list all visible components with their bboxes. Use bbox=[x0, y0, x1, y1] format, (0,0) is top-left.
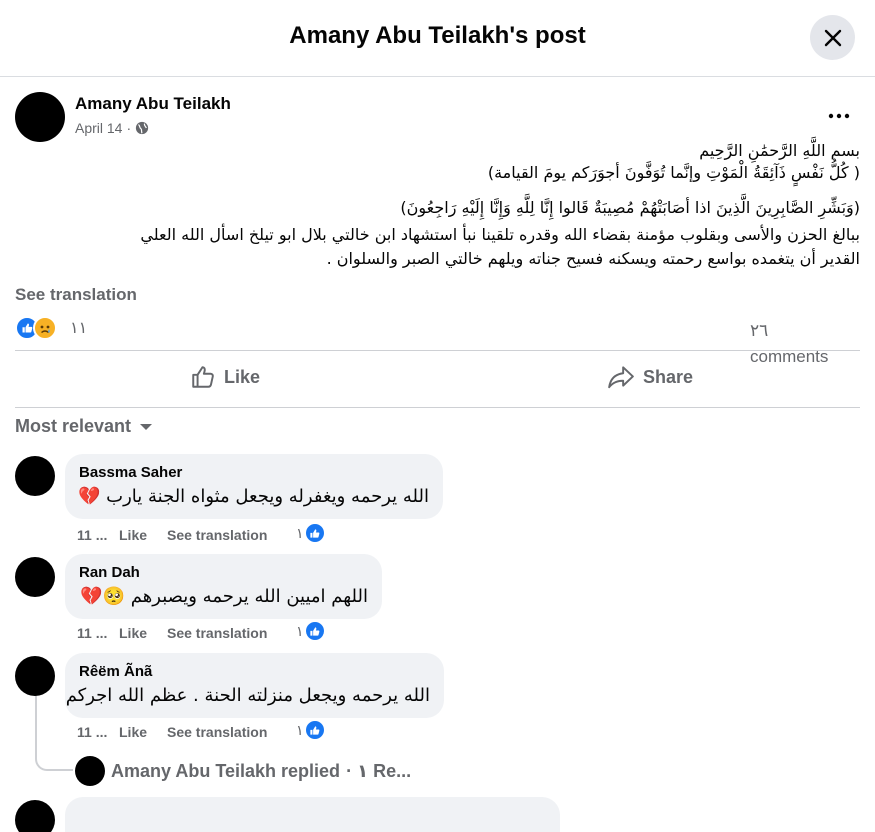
commenter-name[interactable]: Rêëm Ãnã bbox=[79, 663, 430, 680]
comment-reaction-summary[interactable]: ١ bbox=[296, 719, 326, 741]
comment-text: الله يرحمه ويجعل منزلته الحنة . عظم الله… bbox=[65, 685, 430, 706]
date-separator: · bbox=[126, 120, 132, 136]
like-icon bbox=[192, 366, 214, 388]
comment-bubble: Bassma Saher الله يرحمه ويغفرله ويجعل مث… bbox=[65, 454, 443, 519]
comment-like-button[interactable]: Like bbox=[119, 527, 167, 543]
sort-label: Most relevant bbox=[15, 416, 132, 436]
post-text-line: بسم اللَّهِ الرَّحمَٰنِ الرَّحِيم bbox=[699, 141, 860, 160]
like-button[interactable]: Like bbox=[190, 360, 260, 394]
like-badge-icon bbox=[303, 719, 326, 741]
comment-actions: 11 ... Like See translation bbox=[77, 527, 267, 543]
reply-author-avatar bbox=[75, 756, 105, 786]
commenter-avatar[interactable] bbox=[15, 456, 55, 496]
reaction-icons[interactable] bbox=[15, 316, 57, 340]
reaction-count[interactable]: ١١ bbox=[70, 318, 87, 338]
post-date[interactable]: April 14 bbox=[75, 120, 122, 136]
comment-see-translation[interactable]: See translation bbox=[167, 724, 267, 740]
comment-actions: 11 ... Like See translation bbox=[77, 625, 267, 641]
close-icon bbox=[824, 29, 841, 46]
close-button[interactable] bbox=[810, 15, 855, 60]
comment-bubble bbox=[65, 797, 560, 832]
divider bbox=[15, 350, 860, 351]
comment-reaction-count: ١ bbox=[296, 721, 304, 738]
commenter-name[interactable]: Bassma Saher bbox=[79, 464, 429, 481]
post-text-line: القدير أن يتغمده بواسع رحمته ويسكنه فسيح… bbox=[326, 249, 860, 268]
comment-time[interactable]: 11 ... bbox=[77, 625, 119, 641]
view-replies-link[interactable]: Amany Abu Teilakh replied · ١ Re... bbox=[75, 756, 411, 786]
author-name[interactable]: Amany Abu Teilakh bbox=[75, 94, 231, 114]
share-button[interactable]: Share bbox=[607, 360, 693, 394]
replied-text: Amany Abu Teilakh replied bbox=[111, 760, 341, 781]
comment-reaction-summary[interactable]: ١ bbox=[296, 522, 326, 544]
caret-down-icon bbox=[140, 423, 153, 430]
reply-count: · ١ Re... bbox=[346, 760, 412, 781]
post-date-row: April 14 · bbox=[75, 120, 149, 136]
comments-count-number: ٢٦ bbox=[750, 321, 769, 340]
comment-reaction-summary[interactable]: ١ bbox=[296, 620, 326, 642]
post-text-line: ببالغ الحزن والأسى وبقلوب مؤمنة بقضاء ال… bbox=[140, 225, 860, 244]
like-badge-icon bbox=[303, 620, 326, 642]
dialog-header: Amany Abu Teilakh's post bbox=[0, 0, 875, 77]
globe-icon bbox=[136, 121, 149, 135]
like-badge-icon bbox=[303, 522, 326, 544]
comment-time[interactable]: 11 ... bbox=[77, 724, 119, 740]
post-text-line: ( كُلُّ نَفْسٍ ذَآئِقَةُ الْمَوْتِ وإنَّ… bbox=[487, 163, 860, 182]
sad-reaction-icon bbox=[33, 316, 57, 340]
comments-count[interactable]: ٢٦ comments bbox=[750, 318, 850, 370]
commenter-avatar[interactable] bbox=[15, 557, 55, 597]
divider bbox=[15, 407, 860, 408]
comment-bubble: Ran Dah اللهم اميين الله يرحمه ويصبرهم 🥺… bbox=[65, 554, 382, 619]
commenter-name[interactable]: Ran Dah bbox=[79, 564, 368, 581]
comment-like-button[interactable]: Like bbox=[119, 625, 167, 641]
thread-line bbox=[35, 745, 73, 771]
comment-actions: 11 ... Like See translation bbox=[77, 724, 267, 740]
share-icon bbox=[608, 366, 634, 389]
more-options-button[interactable] bbox=[823, 100, 855, 132]
dialog-title: Amany Abu Teilakh's post bbox=[289, 22, 586, 49]
post-text-line: (وَبَشِّرِ الصَّابِرِينَ الَّذِينَ اذا أ… bbox=[400, 198, 860, 217]
comment-bubble: Rêëm Ãnã الله يرحمه ويجعل منزلته الحنة .… bbox=[65, 653, 444, 718]
comment-see-translation[interactable]: See translation bbox=[167, 527, 267, 543]
commenter-avatar[interactable] bbox=[15, 800, 55, 832]
comment-reaction-count: ١ bbox=[296, 622, 304, 639]
comment-reaction-count: ١ bbox=[296, 524, 304, 541]
comments-count-label: comments bbox=[750, 347, 829, 366]
share-label: Share bbox=[643, 366, 694, 387]
like-label: Like bbox=[224, 366, 261, 387]
comment-see-translation[interactable]: See translation bbox=[167, 625, 267, 641]
comment-sort-dropdown[interactable]: Most relevant bbox=[15, 416, 153, 437]
comment-text: اللهم اميين الله يرحمه ويصبرهم 🥺💔 bbox=[80, 586, 368, 607]
author-avatar[interactable] bbox=[15, 92, 65, 142]
see-translation-link[interactable]: See translation bbox=[15, 285, 137, 305]
comment-text: الله يرحمه ويغفرله ويجعل مثواه الجنة يار… bbox=[78, 486, 429, 507]
more-icon bbox=[828, 113, 850, 119]
commenter-avatar[interactable] bbox=[15, 656, 55, 696]
comment-like-button[interactable]: Like bbox=[119, 724, 167, 740]
comment-time[interactable]: 11 ... bbox=[77, 527, 119, 543]
